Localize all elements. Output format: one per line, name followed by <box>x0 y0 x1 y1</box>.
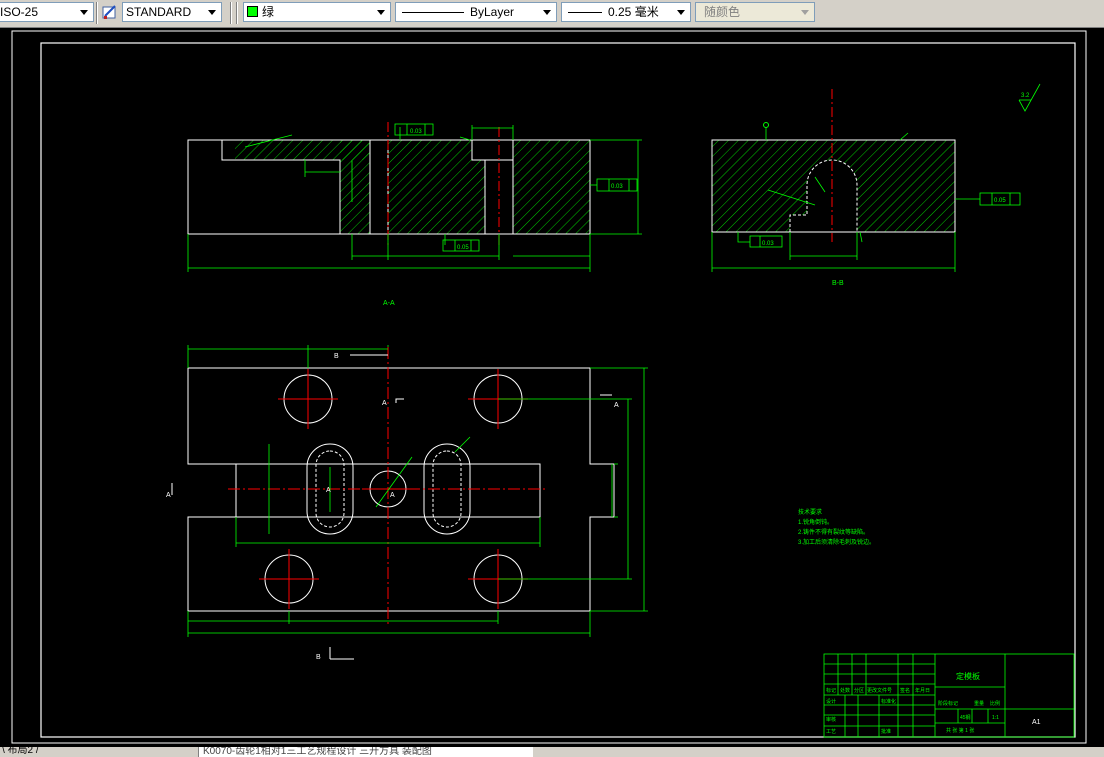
title-label: 工艺 <box>826 729 836 735</box>
color-swatch-icon <box>247 6 258 17</box>
chevron-down-icon[interactable] <box>77 5 91 19</box>
title-label: 年月日 <box>915 687 930 694</box>
title-label: 标准化 <box>881 698 896 705</box>
lineweight-value: 0.25 毫米 <box>608 5 659 19</box>
color-select[interactable]: 绿 <box>243 2 391 22</box>
textstyle-value: STANDARD <box>126 5 192 19</box>
tolerance-value: 0.03 <box>410 129 422 135</box>
tolerance-value: 0.05 <box>457 245 469 251</box>
linetype-select[interactable]: ByLayer <box>395 2 557 22</box>
title-label: 设计 <box>826 698 836 705</box>
plotstyle-select[interactable]: 随颜色 <box>695 2 815 22</box>
tech-item: 2.铸件不得有裂纹等缺陷。 <box>798 528 869 536</box>
layout-tabs[interactable]: \ 布局2 / <box>2 747 39 756</box>
toolbar-separator <box>230 2 232 24</box>
hatch-area <box>340 140 370 234</box>
section-letter: A <box>326 487 331 494</box>
linetype-value: ByLayer <box>470 5 515 19</box>
part-name: 定模板 <box>956 671 980 681</box>
plotstyle-value: 随颜色 <box>704 5 741 19</box>
guide-hole <box>278 369 338 429</box>
file-name-tab[interactable]: K0070-齿轮1相对1三工艺规程设计 三开方具 装配图 <box>198 747 533 757</box>
technical-requirements: 技术要求 1.锐角倒钝。 2.铸件不得有裂纹等缺陷。 3.加工后须清除毛刺及锐边… <box>798 508 875 546</box>
chevron-down-icon[interactable] <box>798 5 812 19</box>
pocket-cutout <box>472 140 513 160</box>
toolbar-separator <box>236 2 238 24</box>
datum-marker-icon <box>763 122 769 128</box>
section-letter: A <box>382 400 387 407</box>
title-label: 标记 <box>826 687 836 694</box>
section-letter: B <box>334 353 339 360</box>
textstyle-select[interactable]: STANDARD <box>122 2 222 22</box>
plan-view[interactable]: B A B A A A A <box>166 345 648 661</box>
section-aa-view[interactable]: 0.03 0.05 0.03 A-A <box>187 122 642 307</box>
lineweight-select[interactable]: 0.25 毫米 <box>561 2 691 22</box>
section-aa-label: A-A <box>383 300 395 307</box>
drawing-canvas[interactable]: 0.03 0.05 0.03 A-A 0.05 0.03 B-B 3.2 B A… <box>0 27 1104 747</box>
sheet-size: A1 <box>1032 719 1041 726</box>
title-label: 分区 <box>854 687 864 694</box>
sheet-info: 共 张 第 1 张 <box>946 727 974 734</box>
properties-toolbar: ISO-25 STANDARD 绿 ByLayer 0.25 毫米 随颜色 <box>0 0 1104 28</box>
section-letter: A <box>390 492 395 499</box>
textstyle-icon[interactable] <box>102 4 118 20</box>
sheet-outer-border <box>11 30 1087 744</box>
section-letter: A <box>166 492 171 499</box>
tech-title: 技术要求 <box>798 508 822 516</box>
dimstyle-select[interactable]: ISO-25 <box>0 2 94 22</box>
linetype-sample-icon <box>402 12 464 13</box>
tolerance-value: 0.05 <box>994 198 1006 204</box>
section-letter: B <box>316 654 321 661</box>
chevron-down-icon[interactable] <box>540 5 554 19</box>
title-label: 比例 <box>990 700 1000 707</box>
lineweight-sample-icon <box>568 12 602 13</box>
section-letter: A <box>614 402 619 409</box>
hatch-area <box>388 140 485 234</box>
scale-value: 1:1 <box>992 715 999 721</box>
section-bb-view[interactable]: 0.05 0.03 B-B 3.2 <box>711 83 1041 287</box>
chevron-down-icon[interactable] <box>205 5 219 19</box>
chevron-down-icon[interactable] <box>374 5 388 19</box>
tolerance-value: 0.03 <box>762 241 774 247</box>
title-label: 阶段标记 <box>938 700 958 707</box>
color-value: 绿 <box>262 5 275 19</box>
title-block[interactable]: 标记 处数 分区 更改文件号 签名 年月日 设计 标准化 审核 工艺 批准 阶段… <box>823 653 1075 738</box>
title-label: 重量 <box>974 700 984 707</box>
toolbar-separator <box>96 2 98 24</box>
tolerance-value: 0.03 <box>611 184 623 190</box>
roughness-value: 3.2 <box>1021 93 1030 99</box>
section-bb-label: B-B <box>832 280 844 287</box>
title-label: 批准 <box>881 728 891 735</box>
title-label: 处数 <box>840 687 850 694</box>
title-label: 审核 <box>826 716 836 723</box>
guide-hole <box>259 549 319 609</box>
material-value: 45钢 <box>960 714 971 721</box>
tech-item: 3.加工后须清除毛刺及锐边。 <box>798 538 875 546</box>
hatch-area <box>513 140 590 234</box>
dimstyle-value: ISO-25 <box>0 5 39 19</box>
title-label: 签名 <box>900 687 910 694</box>
title-label: 更改文件号 <box>867 687 892 694</box>
dimension-lines <box>187 345 648 637</box>
tech-item: 1.锐角倒钝。 <box>798 518 833 526</box>
status-bar: \ 布局2 / K0070-齿轮1相对1三工艺规程设计 三开方具 装配图 <box>0 747 1104 757</box>
chevron-down-icon[interactable] <box>674 5 688 19</box>
